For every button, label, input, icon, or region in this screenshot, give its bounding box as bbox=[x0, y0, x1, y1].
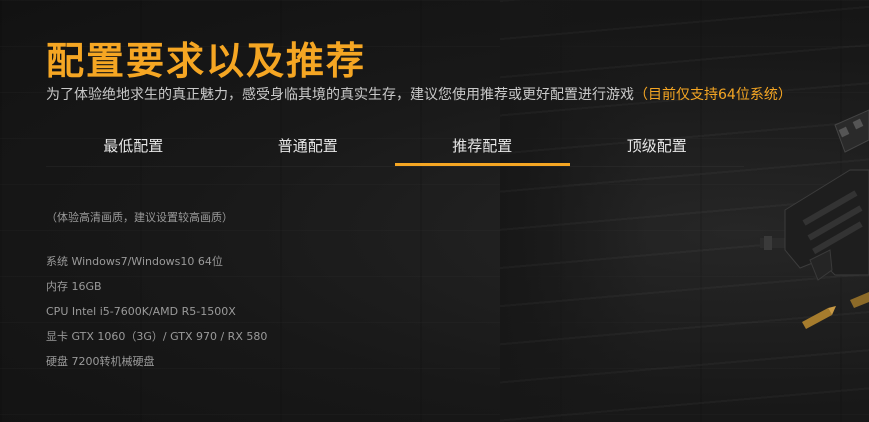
spec-os: 系统 Windows7/Windows10 64位 bbox=[46, 255, 223, 268]
spec-memory: 内存 16GB bbox=[46, 280, 102, 293]
page-title: 配置要求以及推荐 bbox=[46, 39, 367, 83]
spec-gpu: 显卡 GTX 1060（3G）/ GTX 970 / RX 580 bbox=[46, 330, 268, 343]
page-subtitle: 为了体验绝地求生的真正魅力，感受身临其境的真实生存，建议您使用推荐或更好配置进行… bbox=[46, 84, 792, 104]
spec-disk: 硬盘 7200转机械硬盘 bbox=[46, 355, 155, 368]
rifle-illustration bbox=[760, 109, 869, 329]
tab-minimum[interactable]: 最低配置 bbox=[46, 128, 221, 166]
tab-top[interactable]: 顶级配置 bbox=[570, 128, 745, 166]
spec-cpu: CPU Intel i5-7600K/AMD R5-1500X bbox=[46, 305, 236, 318]
tab-normal[interactable]: 普通配置 bbox=[221, 128, 396, 166]
spec-note: （体验高清画质，建议设置较高画质） bbox=[46, 211, 233, 224]
spec-list: 系统 Windows7/Windows10 64位 内存 16GB CPU In… bbox=[46, 255, 267, 380]
tab-divider bbox=[46, 166, 744, 167]
subtitle-text: 为了体验绝地求生的真正魅力，感受身临其境的真实生存，建议您使用推荐或更好配置进行… bbox=[46, 87, 634, 103]
config-tabs: 最低配置 普通配置 推荐配置 顶级配置 bbox=[46, 128, 744, 166]
tab-recommended[interactable]: 推荐配置 bbox=[395, 128, 570, 166]
